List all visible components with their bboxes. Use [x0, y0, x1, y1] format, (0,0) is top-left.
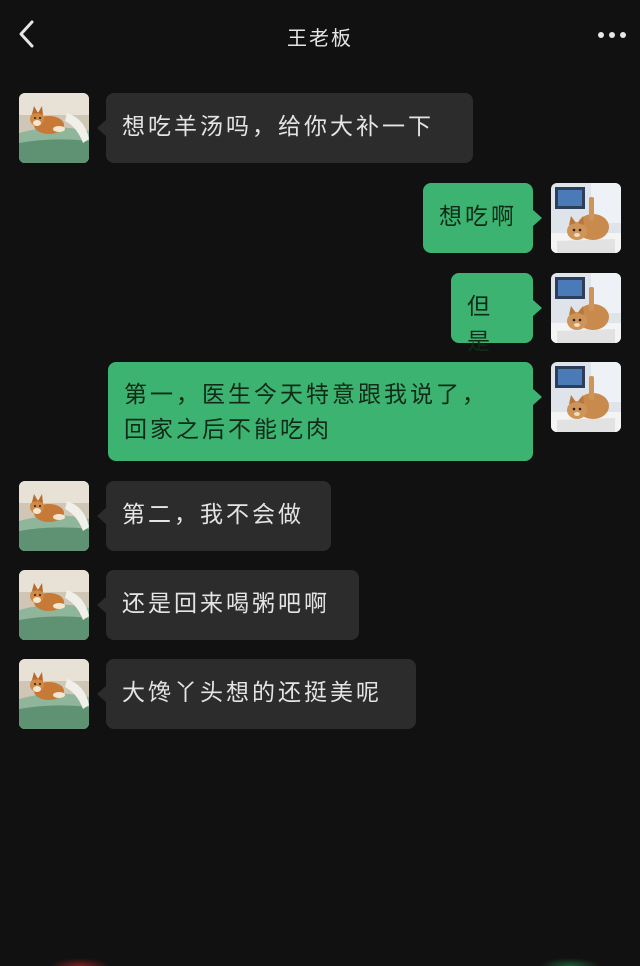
- contact-avatar[interactable]: [19, 481, 89, 551]
- bottom-glow-decoration: [50, 958, 110, 966]
- incoming-message-bubble[interactable]: 想吃羊汤吗，给你大补一下: [97, 93, 473, 163]
- shiba-dog-bathtub-icon: [19, 659, 89, 729]
- incoming-message-bubble[interactable]: 第二，我不会做: [97, 481, 331, 551]
- incoming-message-bubble[interactable]: 大馋丫头想的还挺美呢: [97, 659, 416, 729]
- contact-avatar[interactable]: [19, 659, 89, 729]
- contact-avatar[interactable]: [19, 93, 89, 163]
- my-avatar[interactable]: [551, 273, 621, 343]
- chat-screen: 王老板 想吃羊汤吗，给你大补一下 想吃啊 但是 第一，医生今天特意跟我说了， 回…: [0, 0, 640, 966]
- more-dots-icon: [598, 32, 626, 38]
- contact-avatar[interactable]: [19, 570, 89, 640]
- shiba-dog-bathtub-icon: [19, 93, 89, 163]
- outgoing-message-bubble[interactable]: 想吃啊: [423, 183, 542, 253]
- outgoing-message-bubble[interactable]: 但是: [451, 273, 542, 355]
- cat-avatar-icon: [551, 273, 621, 343]
- cat-avatar-icon: [551, 362, 621, 432]
- bottom-glow-decoration: [540, 958, 600, 966]
- shiba-dog-bathtub-icon: [19, 481, 89, 551]
- chat-header: 王老板: [0, 0, 640, 70]
- more-options-button[interactable]: [596, 24, 628, 46]
- cat-avatar-icon: [551, 183, 621, 253]
- shiba-dog-bathtub-icon: [19, 570, 89, 640]
- outgoing-message-bubble[interactable]: 第一，医生今天特意跟我说了， 回家之后不能吃肉: [108, 362, 542, 461]
- my-avatar[interactable]: [551, 362, 621, 432]
- incoming-message-bubble[interactable]: 还是回来喝粥吧啊: [97, 570, 359, 640]
- chat-title: 王老板: [287, 26, 353, 50]
- my-avatar[interactable]: [551, 183, 621, 253]
